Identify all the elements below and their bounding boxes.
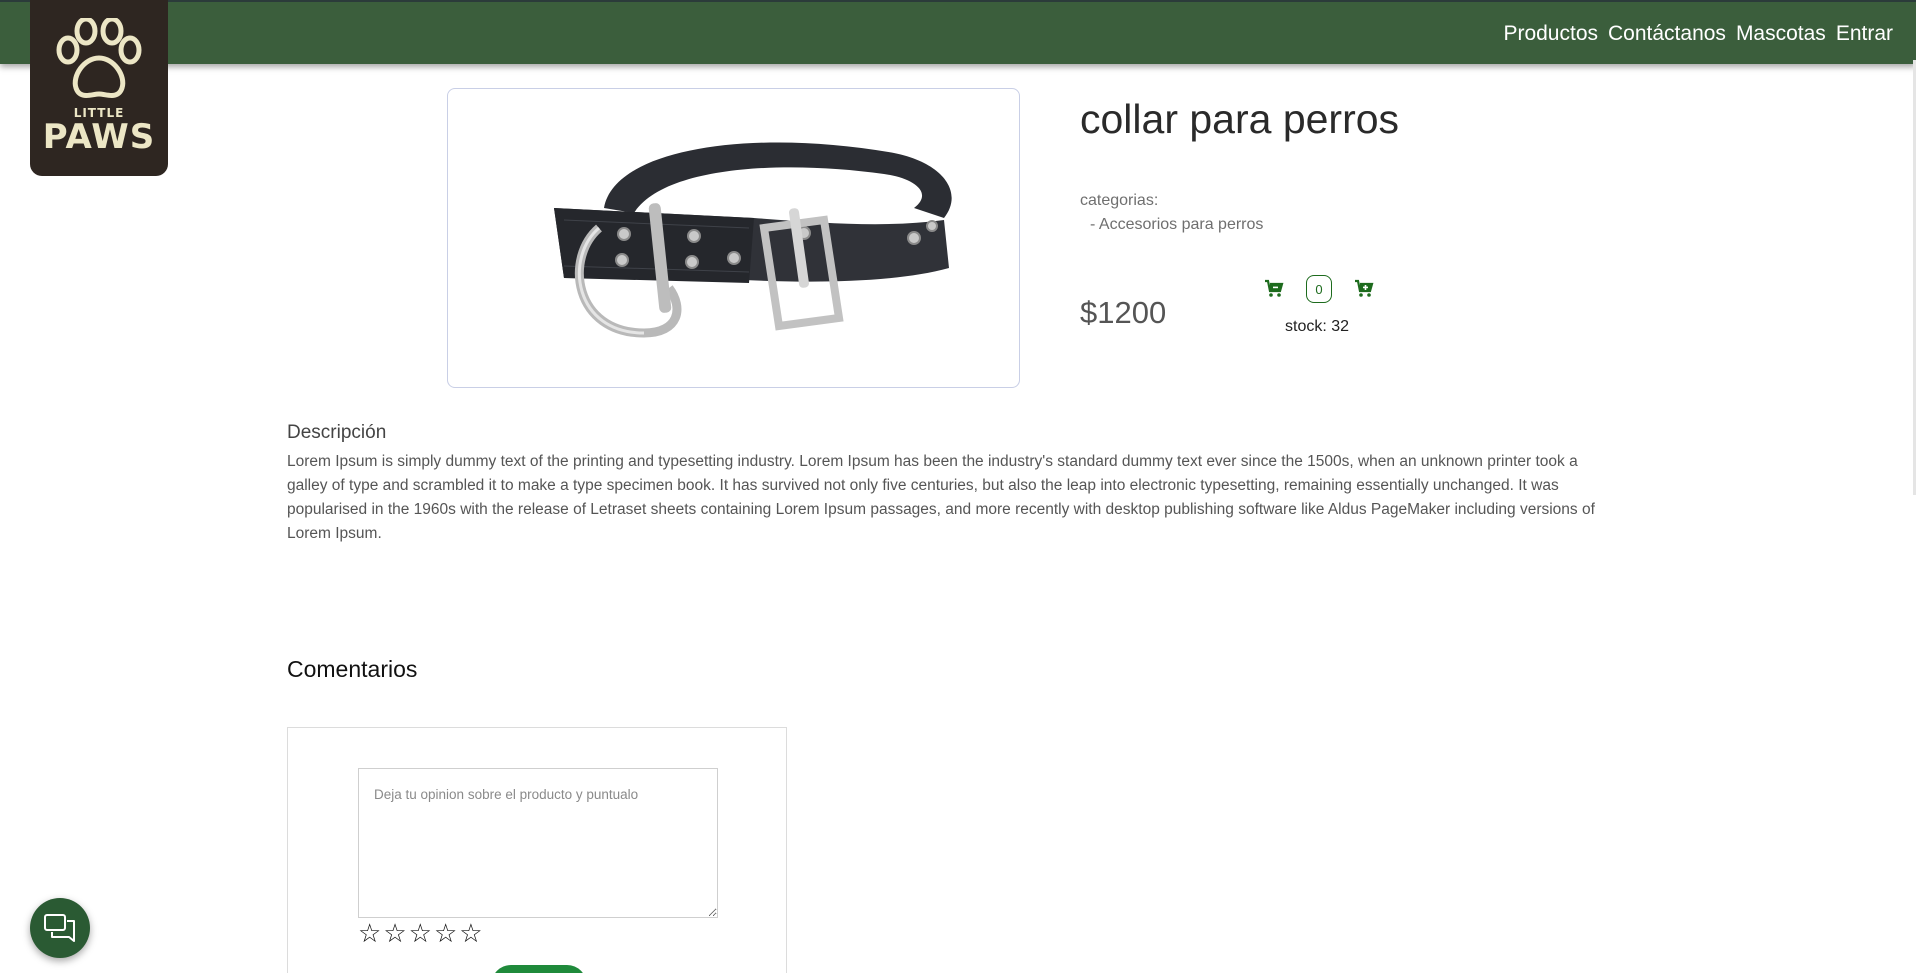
comment-form: ☆ ☆ ☆ ☆ ☆ bbox=[287, 727, 787, 973]
cart-remove-icon[interactable] bbox=[1262, 277, 1286, 301]
dog-collar-image bbox=[553, 142, 952, 338]
brand-logo[interactable]: LITTLE PAWS bbox=[30, 0, 168, 176]
nav-contactanos-link[interactable]: Contáctanos bbox=[1608, 22, 1726, 46]
comments-title: Comentarios bbox=[287, 656, 418, 682]
chat-button[interactable] bbox=[30, 898, 90, 958]
description-title: Descripción bbox=[287, 422, 387, 443]
submit-comment-button[interactable] bbox=[491, 965, 587, 973]
star-3-icon[interactable]: ☆ bbox=[409, 920, 432, 946]
star-4-icon[interactable]: ☆ bbox=[434, 920, 457, 946]
description-text: Lorem Ipsum is simply dummy text of the … bbox=[287, 453, 1595, 542]
top-navbar: Productos Contáctanos Mascotas Entrar bbox=[0, 0, 1916, 64]
nav-productos-link[interactable]: Productos bbox=[1503, 22, 1598, 46]
product-image bbox=[447, 88, 1020, 388]
cart-add-icon[interactable] bbox=[1352, 277, 1376, 301]
star-rating: ☆ ☆ ☆ ☆ ☆ bbox=[358, 920, 483, 946]
chat-icon bbox=[44, 914, 75, 942]
comment-textarea[interactable] bbox=[358, 768, 718, 918]
star-1-icon[interactable]: ☆ bbox=[358, 920, 381, 946]
nav-mascotas-link[interactable]: Mascotas bbox=[1736, 22, 1826, 46]
star-5-icon[interactable]: ☆ bbox=[459, 920, 482, 946]
product-price: $1200 bbox=[1080, 295, 1167, 330]
category-item[interactable]: - Accesorios para perros bbox=[1090, 216, 1263, 234]
categories-label: categorias: bbox=[1080, 192, 1159, 209]
paw-icon bbox=[56, 18, 142, 98]
nav-entrar-link[interactable]: Entrar bbox=[1836, 22, 1893, 46]
quantity-badge: 0 bbox=[1306, 275, 1332, 303]
stock-count: stock: 32 bbox=[1285, 318, 1350, 335]
product-title: collar para perros bbox=[1080, 96, 1400, 142]
star-2-icon[interactable]: ☆ bbox=[383, 920, 406, 946]
nav-links: Productos Contáctanos Mascotas Entrar bbox=[1503, 22, 1893, 46]
logo-text-paws: PAWS bbox=[42, 117, 156, 157]
cart-quantity-controls: 0 bbox=[1262, 275, 1376, 303]
